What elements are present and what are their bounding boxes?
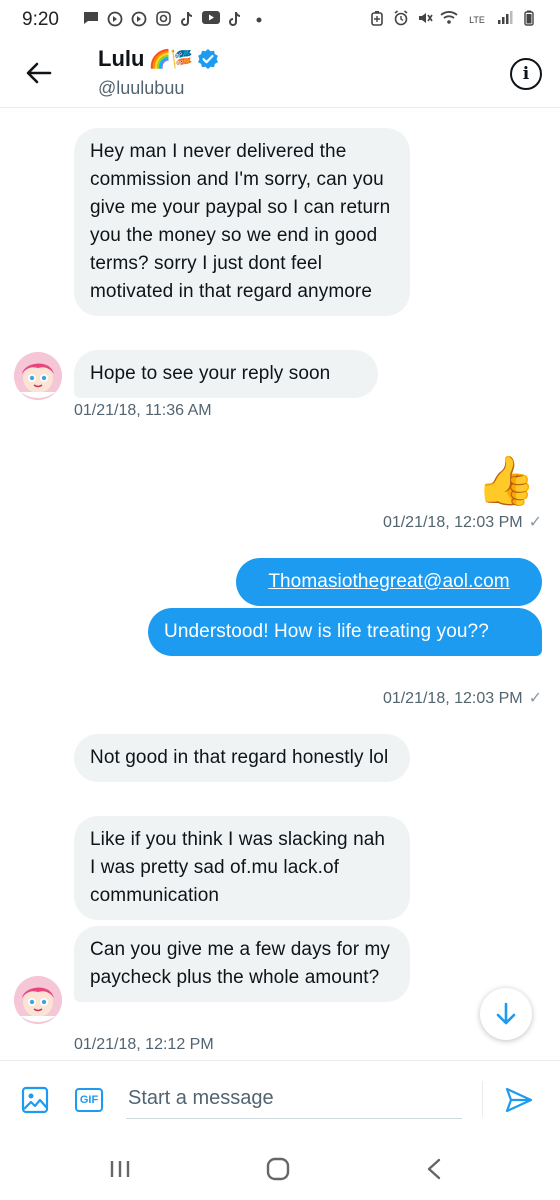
sent-check-icon: ✓ bbox=[528, 690, 542, 707]
incoming-message-bubble[interactable]: Hey man I never delivered the commission… bbox=[74, 128, 410, 316]
name-emojis: 🌈🎏 bbox=[148, 48, 194, 69]
avatar[interactable] bbox=[14, 352, 62, 400]
incoming-message-bubble[interactable]: Hope to see your reply soon bbox=[74, 350, 378, 398]
battery-saver-icon bbox=[368, 10, 386, 28]
nav-back-button[interactable] bbox=[414, 1154, 454, 1184]
avatar-image bbox=[14, 976, 62, 1024]
incoming-message-bubble[interactable]: Can you give me a few days for my payche… bbox=[74, 926, 410, 1002]
status-time: 9:20 bbox=[22, 9, 59, 30]
handle: @luulubuu bbox=[98, 78, 185, 98]
email-link[interactable]: Thomasiothegreat@aol.com bbox=[268, 571, 509, 592]
verified-badge-icon bbox=[197, 48, 219, 70]
incoming-message-bubble[interactable]: Not good in that regard honestly lol bbox=[74, 734, 410, 782]
recents-icon bbox=[110, 1161, 130, 1177]
media-icon bbox=[130, 11, 148, 29]
status-bar: 9:20 LTE bbox=[0, 0, 560, 40]
message-timestamp-row: 01/21/18, 12:03 PM ✓ bbox=[383, 512, 542, 532]
avatar[interactable] bbox=[14, 976, 62, 1024]
tiktok-icon bbox=[226, 11, 244, 29]
signal-icon bbox=[496, 10, 514, 28]
lte-icon: LTE bbox=[464, 10, 490, 28]
system-icons: LTE bbox=[368, 10, 538, 28]
gif-label: GIF bbox=[79, 1094, 99, 1106]
message-icon bbox=[82, 11, 100, 29]
wifi-icon bbox=[440, 10, 458, 28]
home-icon bbox=[266, 1157, 290, 1181]
send-icon bbox=[505, 1087, 533, 1113]
media-icon bbox=[106, 11, 124, 29]
conversation-header: Lulu 🌈🎏 @luulubuu i bbox=[0, 40, 560, 108]
tiktok-icon bbox=[178, 11, 196, 29]
gif-icon: GIF bbox=[75, 1088, 103, 1112]
message-timestamp-row: 01/21/18, 12:03 PM ✓ bbox=[383, 688, 542, 708]
outgoing-message-bubble[interactable]: Thomasiothegreat@aol.com bbox=[236, 558, 542, 606]
info-button[interactable]: i bbox=[510, 58, 542, 90]
message-input[interactable] bbox=[126, 1079, 462, 1119]
display-name: Lulu bbox=[98, 46, 145, 71]
mute-icon bbox=[416, 10, 434, 28]
battery-icon bbox=[520, 10, 538, 28]
image-icon bbox=[21, 1086, 49, 1114]
system-navigation-bar bbox=[0, 1136, 560, 1200]
incoming-message-bubble[interactable]: Like if you think I was slacking nah I w… bbox=[74, 816, 410, 920]
arrow-down-icon bbox=[496, 1002, 516, 1025]
home-button[interactable] bbox=[258, 1154, 298, 1184]
message-timestamp: 01/21/18, 12:03 PM bbox=[382, 514, 523, 531]
message-timestamp: 01/21/18, 12:03 PM bbox=[382, 690, 523, 707]
recents-button[interactable] bbox=[100, 1154, 140, 1184]
outgoing-message-bubble[interactable]: Understood! How is life treating you?? bbox=[148, 608, 542, 656]
scroll-to-bottom-button[interactable] bbox=[480, 988, 532, 1040]
lte-label: LTE bbox=[469, 15, 485, 25]
youtube-icon bbox=[202, 11, 220, 29]
dot-icon bbox=[250, 11, 268, 29]
send-button[interactable] bbox=[504, 1085, 534, 1115]
back-icon bbox=[427, 1158, 441, 1180]
message-composer: GIF bbox=[0, 1060, 560, 1136]
gif-button[interactable]: GIF bbox=[74, 1085, 104, 1115]
arrow-left-icon bbox=[26, 62, 52, 84]
message-timestamp: 01/21/18, 11:36 AM bbox=[74, 402, 212, 419]
instagram-icon bbox=[154, 11, 172, 29]
alarm-icon bbox=[392, 10, 410, 28]
message-timestamp: 01/21/18, 12:12 PM bbox=[74, 1036, 214, 1053]
thumbs-up-emoji[interactable]: 👍 bbox=[476, 452, 536, 512]
info-icon: i bbox=[522, 64, 530, 84]
avatar-image bbox=[14, 352, 62, 400]
composer-divider bbox=[482, 1081, 483, 1117]
profile-name-row[interactable]: Lulu 🌈🎏 bbox=[98, 46, 219, 72]
sent-check-icon: ✓ bbox=[528, 514, 542, 531]
back-button[interactable] bbox=[22, 56, 56, 90]
add-image-button[interactable] bbox=[20, 1085, 50, 1115]
notification-icons bbox=[82, 11, 268, 29]
message-thread[interactable]: Hey man I never delivered the commission… bbox=[0, 108, 560, 1060]
